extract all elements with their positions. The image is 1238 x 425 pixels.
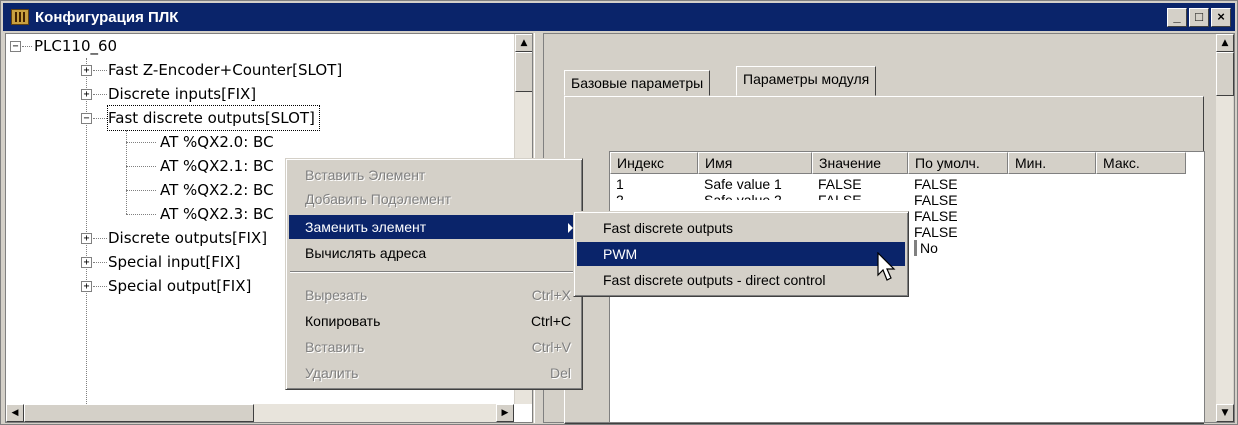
menu-shortcut: Ctrl+C (530, 313, 571, 329)
cell-index[interactable]: 1 (616, 176, 624, 192)
tree-horizontal-scrollbar[interactable]: ◀ ▶ (6, 404, 514, 422)
window-title: Конфигурация ПЛК (35, 8, 179, 26)
menu-item-copy[interactable]: Копировать Ctrl+C (289, 309, 579, 333)
cell-default: FALSE (914, 208, 958, 224)
col-header-index[interactable]: Индекс (610, 152, 698, 174)
menu-item-calc-addresses[interactable]: Вычислять адреса (289, 241, 579, 265)
context-menu: Вставить Элемент Добавить Подэлемент Зам… (285, 158, 583, 390)
menu-item-label: Удалить (305, 365, 359, 381)
expand-icon[interactable]: + (81, 89, 92, 100)
menu-shortcut: Del (549, 365, 571, 381)
tree-item-discrete-inputs[interactable]: Discrete inputs[FIX] (108, 82, 256, 106)
title-bar[interactable]: Конфигурация ПЛК _ □ × (3, 3, 1235, 31)
right-vertical-scrollbar[interactable]: ▲ ▼ (1215, 34, 1234, 422)
plc-config-window: Конфигурация ПЛК _ □ × − PLC110_60 + Fas… (0, 0, 1238, 425)
menu-item-label: Вырезать (305, 287, 368, 303)
cell-default: FALSE (914, 224, 958, 240)
submenu-item-direct-control[interactable]: Fast discrete outputs - direct control (577, 268, 905, 292)
col-header-value[interactable]: Значение (812, 152, 908, 174)
expand-icon[interactable]: + (81, 65, 92, 76)
minimize-button[interactable]: _ (1167, 8, 1187, 27)
menu-item-label: Вставить (305, 339, 365, 355)
col-header-name[interactable]: Имя (698, 152, 812, 174)
scroll-up-icon[interactable]: ▲ (1216, 34, 1234, 52)
scroll-thumb[interactable] (24, 404, 254, 422)
cell-default: No (914, 240, 938, 256)
cell-value[interactable]: FALSE (818, 176, 862, 192)
tree-item-qx2-3[interactable]: AT %QX2.3: BC (160, 202, 274, 226)
expand-icon[interactable]: + (81, 233, 92, 244)
menu-item-label: Заменить элемент (305, 219, 427, 235)
tree-item-qx2-2[interactable]: AT %QX2.2: BC (160, 178, 274, 202)
scroll-thumb[interactable] (515, 52, 532, 92)
col-header-default[interactable]: По умолч. (908, 152, 1008, 174)
menu-item-label: Вставить Элемент (305, 167, 426, 183)
menu-item-label: Копировать (305, 313, 381, 329)
menu-item-label: Вычислять адреса (305, 245, 427, 261)
tree-item-discrete-outputs[interactable]: Discrete outputs[FIX] (108, 226, 267, 250)
menu-separator (290, 271, 578, 273)
mouse-cursor-icon (877, 252, 896, 281)
collapse-icon[interactable]: − (10, 41, 21, 52)
cell-index[interactable]: 2 (616, 192, 624, 200)
menu-shortcut: Ctrl+V (531, 339, 571, 355)
expand-icon[interactable]: + (81, 281, 92, 292)
tab-module-params[interactable]: Параметры модуля (736, 66, 877, 96)
tree-item-fast-discrete-outputs[interactable]: Fast discrete outputs[SLOT] (107, 105, 320, 131)
scroll-down-icon[interactable]: ▼ (1216, 404, 1234, 422)
scroll-left-icon[interactable]: ◀ (6, 404, 24, 422)
menu-item-replace-element[interactable]: Заменить элемент (289, 215, 579, 239)
cell-name[interactable]: Safe value 1 (704, 176, 782, 192)
maximize-button[interactable]: □ (1189, 8, 1209, 27)
col-header-min[interactable]: Мин. (1008, 152, 1096, 174)
tab-base-params[interactable]: Базовые параметры (564, 70, 711, 96)
tree-item-special-input[interactable]: Special input[FIX] (108, 250, 240, 274)
app-icon (11, 9, 29, 25)
scroll-thumb[interactable] (1216, 52, 1234, 96)
collapse-icon[interactable]: − (81, 113, 92, 124)
col-header-max[interactable]: Макс. (1096, 152, 1186, 174)
tree-item-fast-z-encoder[interactable]: Fast Z-Encoder+Counter[SLOT] (108, 58, 342, 82)
menu-item-paste[interactable]: Вставить Ctrl+V (289, 335, 579, 359)
replace-submenu: Fast discrete outputs PWM Fast discrete … (573, 211, 909, 297)
cell-value[interactable]: FALSE (818, 192, 862, 200)
submenu-item-fast-discrete-outputs[interactable]: Fast discrete outputs (577, 216, 905, 240)
expand-icon[interactable]: + (81, 257, 92, 268)
cell-default: FALSE (914, 192, 958, 208)
cell-default: FALSE (914, 176, 958, 192)
menu-shortcut: Ctrl+X (531, 287, 571, 303)
menu-item-insert-element[interactable]: Вставить Элемент (289, 163, 579, 187)
tree-item-qx2-1[interactable]: AT %QX2.1: BC (160, 154, 274, 178)
scroll-up-icon[interactable]: ▲ (515, 34, 532, 52)
menu-item-delete[interactable]: Удалить Del (289, 361, 579, 385)
submenu-item-pwm[interactable]: PWM (577, 242, 905, 266)
tree-root[interactable]: PLC110_60 (34, 34, 117, 58)
menu-item-add-subelement[interactable]: Добавить Подэлемент (289, 187, 579, 211)
menu-item-cut[interactable]: Вырезать Ctrl+X (289, 283, 579, 307)
cell-name[interactable]: Safe value 2 (704, 192, 782, 200)
menu-item-label: Добавить Подэлемент (305, 191, 451, 207)
scroll-right-icon[interactable]: ▶ (496, 404, 514, 422)
tree-item-special-output[interactable]: Special output[FIX] (108, 274, 251, 298)
close-button[interactable]: × (1211, 8, 1231, 27)
tree-item-qx2-0[interactable]: AT %QX2.0: BC (160, 130, 274, 154)
